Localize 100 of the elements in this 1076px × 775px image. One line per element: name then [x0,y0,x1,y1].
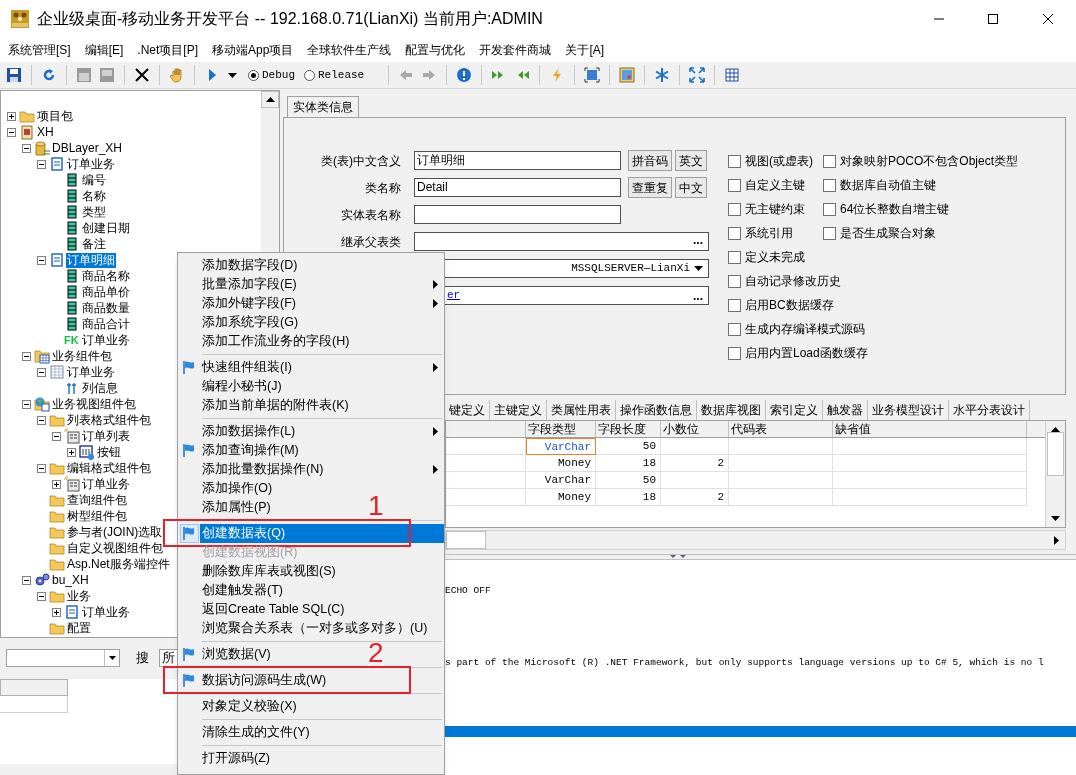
button[interactable]: 中文 [675,177,707,198]
tree-item[interactable]: 订单业务 [66,364,116,380]
tree-item[interactable]: 业务 [66,588,92,604]
expander[interactable] [37,255,46,265]
browse-field[interactable]: ... [414,232,709,251]
scroll-thumb[interactable] [446,531,486,549]
tree-item[interactable]: 订单业务 [81,604,131,620]
tab[interactable]: 实体类信息 [287,96,359,118]
image-button[interactable] [617,64,638,86]
checkbox[interactable]: 视图(或虚表) [728,149,813,173]
tree-item[interactable]: 订单明细 [66,252,116,268]
column-header[interactable]: 小数位 [661,421,729,437]
tree-item[interactable]: 商品名称 [81,268,131,284]
column-header[interactable]: 字段长度 [596,421,661,437]
menu-item[interactable]: 添加操作(O) [200,479,279,498]
browse-button[interactable]: ... [688,288,708,303]
menu-item[interactable]: 添加数据操作(L) [200,422,444,441]
column-header[interactable]: 代码表 [729,421,833,437]
tree-item[interactable]: 订单列表 [81,428,131,444]
expand-button[interactable] [687,64,708,86]
horizontal-scrollbar[interactable] [445,530,1066,550]
expander[interactable] [52,431,61,441]
text-field[interactable]: 订单明细 [414,151,621,170]
menu-item[interactable]: 添加系统字段(G) [200,313,305,332]
text-field[interactable]: Detail [414,178,621,197]
tree-item[interactable]: 业务视图组件包 [51,396,137,412]
expander[interactable] [7,127,16,137]
checkbox[interactable]: 是否生成聚合对象 [823,221,936,245]
menu-item[interactable]: 配置与优化 [398,41,473,59]
tree-item[interactable]: 名称 [81,188,107,204]
menu-item[interactable]: 清除生成的文件(Y) [200,723,316,742]
menu-item[interactable]: 数据访问源码生成(W) [200,671,333,690]
expander[interactable] [22,351,31,361]
tree-item[interactable]: 查询组件包 [66,492,128,508]
expander[interactable] [37,159,46,169]
checkbox[interactable]: 自定义主键 [728,173,805,197]
menu-item[interactable]: 浏览数据(V) [200,645,277,664]
checkbox[interactable]: 数据库自动值主键 [823,173,936,197]
tree-item[interactable]: 商品单价 [81,284,131,300]
checkbox[interactable]: 系统引用 [728,221,793,245]
expander[interactable] [67,447,76,457]
checkbox[interactable]: 无主键约束 [728,197,805,221]
tree-item[interactable]: 商品合计 [81,316,131,332]
menu-item[interactable]: 移动端App项目 [205,41,301,59]
browse-button[interactable]: ... [688,233,708,250]
menu-item[interactable]: 系统管理[S] [1,41,78,59]
selection-frame-button[interactable] [582,64,603,86]
menu-item[interactable]: 创建触发器(T) [200,581,289,600]
menu-item[interactable]: 添加数据字段(D) [200,256,304,275]
tree-item[interactable]: bu_XH [51,572,90,588]
tree-item[interactable]: 订单业务 [81,476,131,492]
tree-item[interactable]: 业务组件包 [51,348,113,364]
menu-item[interactable]: 快速组件组装(I) [200,358,444,377]
tree-item[interactable]: 项目包 [36,108,74,124]
tree-item[interactable]: 编号 [81,172,107,188]
checkbox[interactable]: 自动记录修改历史 [728,269,841,293]
tree-item[interactable]: 列信息 [81,380,119,396]
menu-item[interactable]: 开发套件商城 [472,41,559,59]
checkbox[interactable]: 对象映射POCO不包含Object类型 [823,149,1019,173]
tree-item[interactable]: 备注 [81,236,107,252]
scroll-thumb[interactable] [1047,432,1064,476]
menu-item[interactable]: 添加工作流业务的字段(H) [200,332,356,351]
tree-item[interactable]: 编辑格式组件包 [66,460,152,476]
menu-item[interactable]: 创建数据表(Q) [200,524,444,543]
text-field[interactable] [414,205,621,224]
menu-item[interactable]: 浏览聚合关系表（一对多或多对多）(U) [200,619,434,638]
tree-item[interactable]: XH [36,124,55,140]
menu-item[interactable]: 关于[A] [558,41,612,59]
tree-item[interactable]: 列表格式组件包 [66,412,152,428]
expander[interactable] [22,143,31,153]
button[interactable]: 查重复 [628,177,672,198]
menu-item[interactable]: 全球软件生产线 [300,41,399,59]
scrollbar[interactable] [1045,421,1065,527]
expander[interactable] [37,463,46,473]
tree-item[interactable]: 参与者(JOIN)选取 [66,524,164,540]
tree-item[interactable]: 创建日期 [81,220,131,236]
menu-item[interactable]: 添加当前单据的附件表(K) [200,396,355,415]
radio-button[interactable]: Debug [248,66,295,84]
menu-item[interactable]: 删除数库库表或视图(S) [200,562,342,581]
checkbox[interactable]: 启用内置Load函数缓存 [728,341,868,365]
menu-item[interactable]: 添加批量数据操作(N) [200,460,444,479]
button[interactable]: 拼音码 [628,150,672,171]
expander[interactable] [52,607,61,617]
expander[interactable] [52,479,61,489]
checkbox[interactable]: 生成内存编译模式源码 [728,317,865,341]
tree-item[interactable]: 按钮 [96,444,122,460]
menu-item[interactable]: 打开源码(Z) [200,749,276,768]
tree-item[interactable]: 类型 [81,204,107,220]
expander[interactable] [7,111,16,121]
tree-item[interactable]: 商品数量 [81,300,131,316]
menu-item[interactable]: 返回Create Table SQL(C) [200,600,351,619]
expander[interactable] [37,591,46,601]
tree-item[interactable]: 订单业务 [81,332,131,348]
column-header[interactable]: 缺省值 [833,421,1027,437]
checkbox[interactable]: 64位长整数自增主键 [823,197,950,221]
checkbox[interactable]: 定义未完成 [728,245,805,269]
tree-item[interactable]: 订单业务 [66,156,116,172]
menu-item[interactable]: 编辑[E] [77,41,131,59]
tree-item[interactable]: DBLayer_XH [51,140,124,156]
radio-button[interactable]: Release [304,66,365,84]
